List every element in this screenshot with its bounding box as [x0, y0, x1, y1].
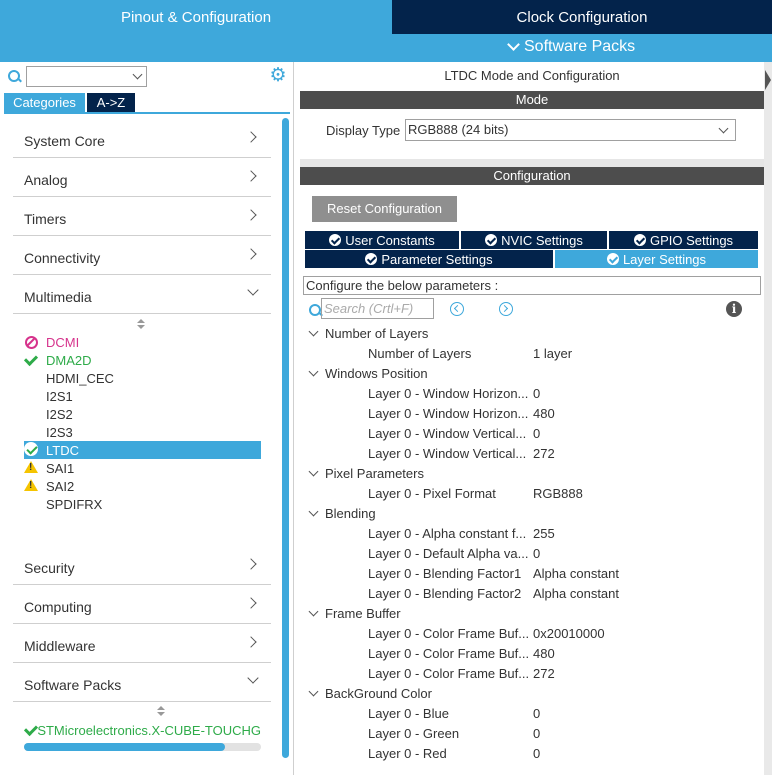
tab-categories[interactable]: Categories — [4, 93, 85, 112]
group-blending[interactable]: Blending — [308, 506, 376, 521]
category-timers[interactable]: Timers — [13, 197, 271, 236]
top-bar: Pinout & Configuration Clock Configurati… — [0, 0, 772, 62]
group-frame-buffer[interactable]: Frame Buffer — [308, 606, 401, 621]
panel-title: LTDC Mode and Configuration — [444, 68, 620, 83]
check-icon — [24, 353, 42, 367]
chevron-down-icon — [718, 123, 729, 134]
scroll-updown-icon[interactable] — [137, 319, 145, 331]
tab-parameter-settings[interactable]: Parameter Settings — [305, 250, 553, 268]
search-icon — [8, 70, 22, 84]
category-search — [8, 66, 22, 88]
category-multimedia[interactable]: Multimedia — [13, 275, 271, 314]
left-panel: ⚙ Categories A->Z System Core Analog Tim… — [0, 62, 294, 775]
category-security[interactable]: Security — [13, 546, 271, 585]
peripheral-i2s2[interactable]: I2S2 — [24, 405, 261, 423]
peripheral-sai1[interactable]: SAI1 — [24, 459, 261, 477]
tab-underline — [4, 112, 290, 114]
group-background-color[interactable]: BackGround Color — [308, 686, 432, 701]
category-computing[interactable]: Computing — [13, 585, 271, 624]
peripheral-spdifrx[interactable]: SPDIFRX — [24, 495, 261, 513]
arrow-right-icon — [765, 70, 771, 90]
chevron-right-icon — [245, 209, 257, 221]
tab-nvic-settings[interactable]: NVIC Settings — [461, 231, 607, 249]
chevron-down-icon — [308, 606, 319, 617]
chevron-down-icon — [132, 69, 143, 80]
peripheral-i2s1[interactable]: I2S1 — [24, 387, 261, 405]
category-search-input[interactable] — [26, 66, 147, 87]
chevron-right-icon — [245, 170, 257, 182]
category-connectivity[interactable]: Connectivity — [13, 236, 271, 275]
parameters-hint: Configure the below parameters : — [303, 276, 761, 295]
horizontal-scrollbar-thumb[interactable] — [24, 743, 226, 751]
category-middleware[interactable]: Middleware — [13, 624, 271, 663]
reset-configuration-button[interactable]: Reset Configuration — [312, 196, 457, 222]
tab-gpio-settings[interactable]: GPIO Settings — [609, 231, 758, 249]
chevron-right-icon — [245, 558, 257, 570]
chevron-down-icon — [507, 38, 520, 51]
category-system-core[interactable]: System Core — [13, 119, 271, 158]
peripheral-sai2[interactable]: SAI2 — [24, 477, 261, 495]
chevron-down-icon — [308, 326, 319, 337]
peripheral-ltdc[interactable]: LTDC — [24, 441, 261, 459]
tab-pinout-configuration[interactable]: Pinout & Configuration — [0, 0, 392, 34]
chevron-down-icon — [308, 366, 319, 377]
right-panel: LTDC Mode and Configuration Mode Display… — [300, 62, 764, 775]
gear-icon[interactable]: ⚙ — [269, 66, 287, 85]
mode-header: Mode — [300, 91, 764, 109]
group-number-of-layers[interactable]: Number of Layers — [308, 326, 428, 341]
next-match-button[interactable] — [499, 302, 513, 316]
peripheral-hdmi-cec[interactable]: HDMI_CEC — [24, 369, 261, 387]
warning-icon — [24, 479, 42, 493]
software-packs-menu[interactable]: Software Packs — [507, 38, 636, 56]
category-analog[interactable]: Analog — [13, 158, 271, 197]
peripheral-i2s3[interactable]: I2S3 — [24, 423, 261, 441]
tab-clock-configuration[interactable]: Clock Configuration — [392, 0, 772, 34]
collapse-panel-handle[interactable] — [764, 62, 772, 775]
chevron-down-icon — [308, 506, 319, 517]
check-icon — [24, 723, 35, 737]
group-windows-position[interactable]: Windows Position — [308, 366, 428, 381]
check-circle-icon — [485, 234, 498, 246]
software-packs-label: Software Packs — [524, 38, 636, 55]
display-type-label: Display Type — [326, 123, 401, 138]
check-circle-icon — [633, 234, 646, 246]
divider — [300, 159, 764, 167]
horizontal-scrollbar[interactable] — [24, 743, 261, 751]
previous-match-button[interactable] — [450, 302, 464, 316]
info-icon[interactable]: i — [726, 301, 742, 317]
chevron-down-icon — [308, 466, 319, 477]
vertical-scrollbar[interactable] — [282, 118, 289, 758]
scroll-updown-icon[interactable] — [157, 706, 165, 718]
chevron-down-icon — [247, 672, 259, 684]
chevron-right-icon — [245, 636, 257, 648]
display-type-select[interactable]: RGB888 (24 bits) — [405, 119, 736, 141]
chevron-right-icon — [245, 248, 257, 260]
warning-icon — [24, 461, 42, 475]
chevron-right-icon — [245, 131, 257, 143]
software-pack-x-cube-touchgfx[interactable]: STMicroelectronics.X-CUBE-TOUCHG — [24, 722, 261, 738]
chevron-down-icon — [247, 284, 259, 296]
check-circle-icon — [365, 253, 378, 265]
parameter-search-input[interactable]: Search (Crtl+F) — [321, 298, 434, 319]
chevron-right-icon — [245, 597, 257, 609]
check-circle-icon — [606, 253, 619, 265]
tab-user-constants[interactable]: User Constants — [305, 231, 459, 249]
peripheral-dcmi[interactable]: DCMI — [24, 333, 261, 351]
group-pixel-parameters[interactable]: Pixel Parameters — [308, 466, 424, 481]
chevron-down-icon — [308, 686, 319, 697]
peripheral-dma2d[interactable]: DMA2D — [24, 351, 261, 369]
tab-a-z[interactable]: A->Z — [87, 93, 135, 112]
category-software-packs[interactable]: Software Packs — [13, 663, 271, 702]
configuration-header: Configuration — [300, 167, 764, 185]
check-circle-icon — [329, 234, 342, 246]
tab-layer-settings[interactable]: Layer Settings — [555, 250, 758, 268]
check-circle-icon — [24, 442, 42, 457]
disabled-icon — [24, 335, 42, 349]
